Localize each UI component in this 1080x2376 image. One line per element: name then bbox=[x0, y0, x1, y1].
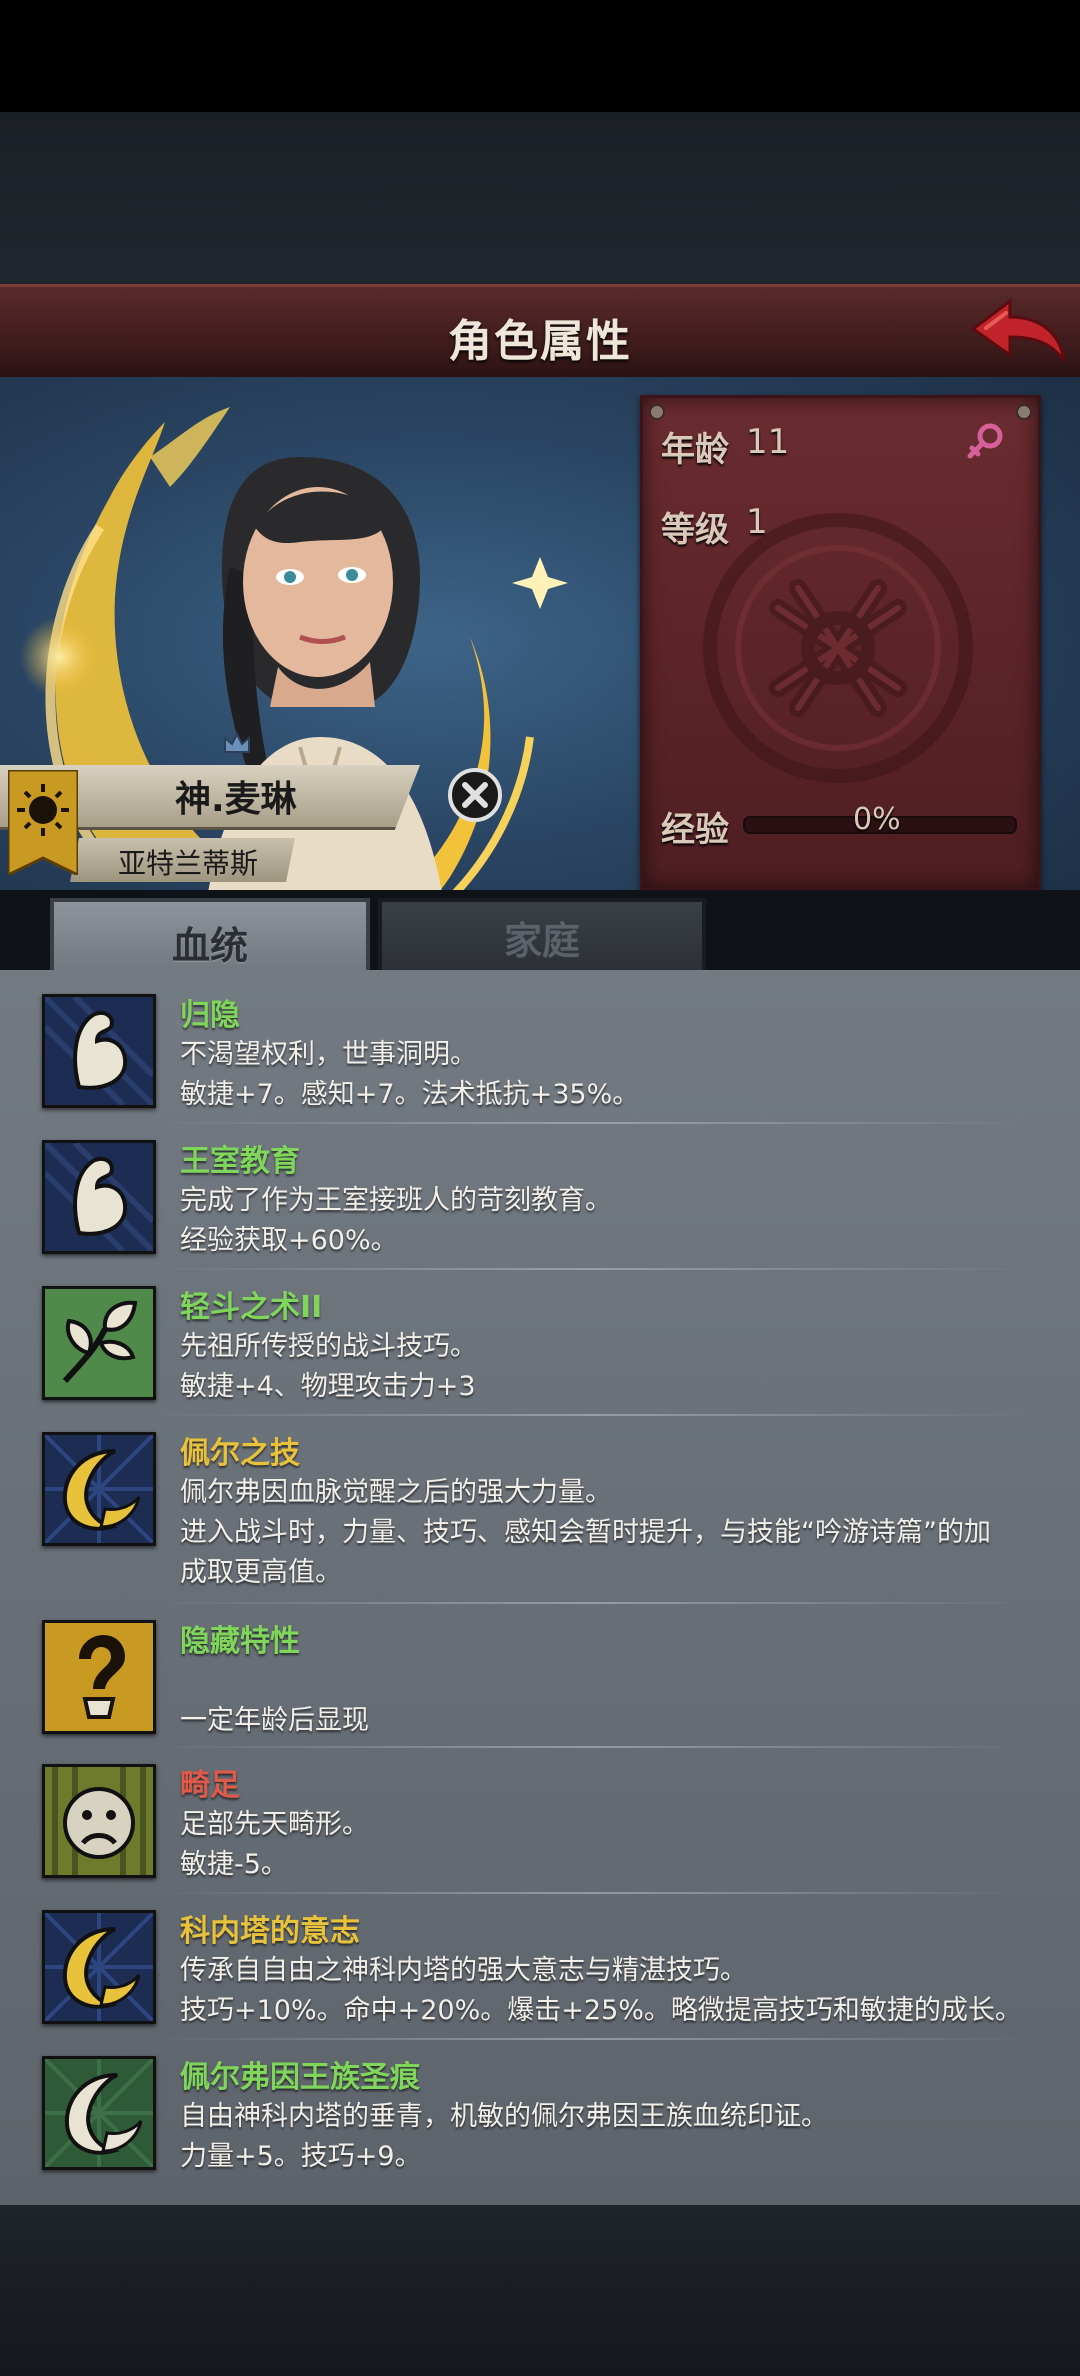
flexed-arm-icon bbox=[42, 1140, 156, 1254]
sun-crest-icon bbox=[8, 770, 78, 875]
trait-effect: 力量+5。技巧+9。 bbox=[180, 2141, 422, 2172]
trait-effect: 一定年龄后显现 bbox=[180, 1705, 369, 1736]
back-arrow-icon bbox=[970, 297, 1066, 362]
trait-description: 足部先天畸形。 bbox=[180, 1809, 369, 1840]
trait-description: 传承自自由之神科内塔的强大意志与精湛技巧。 bbox=[180, 1955, 747, 1986]
trait-description: 佩尔弗因血脉觉醒之后的强大力量。 bbox=[180, 1477, 612, 1508]
sprout-icon bbox=[42, 1286, 156, 1400]
trait-effect: 进入战斗时，力量、技巧、感知会暂时提升，与技能“吟游诗篇”的加 bbox=[180, 1517, 991, 1548]
trait-effect: 敏捷+4、物理攻击力+3 bbox=[180, 1371, 476, 1402]
exp-value: 0% bbox=[853, 802, 901, 837]
crescent-moon-icon bbox=[42, 1432, 156, 1546]
trait-effect: 敏捷+7。感知+7。法术抵抗+35%。 bbox=[180, 1079, 640, 1110]
status-area bbox=[0, 0, 1080, 112]
crown-icon bbox=[224, 731, 250, 753]
trait-name: 科内塔的意志 bbox=[180, 1914, 360, 1949]
tab-family[interactable]: 家庭 bbox=[378, 898, 706, 976]
divider bbox=[150, 1602, 1030, 1604]
feather-crescent-icon bbox=[42, 2056, 156, 2170]
rivet bbox=[1016, 404, 1032, 420]
divider bbox=[150, 2038, 1030, 2040]
sad-face-icon bbox=[42, 1764, 156, 1878]
flexed-arm-icon bbox=[42, 994, 156, 1108]
stats-panel: 年龄 11 等级 1 经验 0% bbox=[640, 395, 1041, 891]
tab-label: 血统 bbox=[171, 923, 248, 968]
title-bar: 角色属性 bbox=[0, 284, 1080, 380]
trait-description: 不渴望权利，世事洞明。 bbox=[180, 1039, 477, 1070]
trait-list: 归隐 不渴望权利，世事洞明。 敏捷+7。感知+7。法术抵抗+35%。 王室教育 … bbox=[0, 970, 1080, 2205]
trait-effect: 技巧+10%。命中+20%。爆击+25%。略微提高技巧和敏捷的成长。 bbox=[180, 1995, 1022, 2026]
trait-description: 完成了作为王室接班人的苛刻教育。 bbox=[180, 1185, 612, 1216]
trait-name: 佩尔弗因王族圣痕 bbox=[180, 2060, 420, 2095]
close-icon bbox=[448, 768, 502, 822]
divider bbox=[150, 1268, 1030, 1270]
divider bbox=[150, 1414, 1030, 1416]
female-symbol-icon bbox=[967, 423, 1003, 459]
level-label: 等级 bbox=[661, 510, 729, 550]
divider bbox=[150, 1746, 1030, 1748]
trait-name: 畸足 bbox=[180, 1768, 240, 1803]
age-label: 年龄 bbox=[661, 430, 729, 470]
age-value: 11 bbox=[746, 422, 790, 462]
crescent-moon-icon bbox=[42, 1910, 156, 2024]
divider bbox=[150, 1892, 1030, 1894]
trait-name: 王室教育 bbox=[180, 1144, 300, 1179]
question-mark-icon bbox=[42, 1620, 156, 1734]
header-spacer bbox=[0, 112, 1080, 284]
trait-description: 自由神科内塔的垂青，机敏的佩尔弗因王族血统印证。 bbox=[180, 2101, 828, 2132]
bottom-bar bbox=[0, 2205, 1080, 2376]
trait-effect: 敏捷-5。 bbox=[180, 1849, 288, 1880]
trait-name: 轻斗之术II bbox=[180, 1290, 323, 1325]
celtic-knot-emblem bbox=[703, 513, 973, 783]
character-house: 亚特兰蒂斯 bbox=[118, 847, 259, 880]
level-value: 1 bbox=[746, 502, 768, 542]
trait-name: 归隐 bbox=[180, 998, 240, 1033]
close-button[interactable] bbox=[447, 767, 503, 823]
trait-description: 先祖所传授的战斗技巧。 bbox=[180, 1331, 477, 1362]
character-name: 神.麦琳 bbox=[175, 779, 297, 820]
exp-label: 经验 bbox=[661, 810, 729, 850]
page-title: 角色属性 bbox=[448, 316, 632, 367]
trait-effect: 经验获取+60%。 bbox=[180, 1225, 398, 1256]
tab-label: 家庭 bbox=[503, 918, 580, 963]
trait-effect: 成取更高值。 bbox=[180, 1557, 342, 1588]
rivet bbox=[649, 404, 665, 420]
trait-name: 佩尔之技 bbox=[180, 1436, 300, 1471]
divider bbox=[150, 1122, 1030, 1124]
trait-name: 隐藏特性 bbox=[180, 1624, 300, 1659]
back-button[interactable] bbox=[968, 291, 1068, 371]
